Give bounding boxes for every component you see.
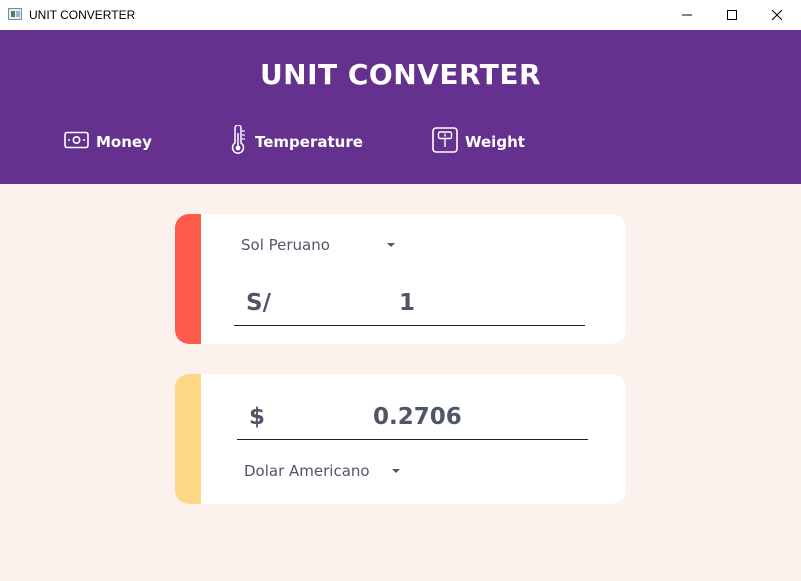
window-titlebar: UNIT CONVERTER — [0, 0, 801, 30]
close-button[interactable] — [754, 0, 800, 30]
window-title: UNIT CONVERTER — [29, 8, 136, 22]
app-icon — [8, 8, 22, 20]
to-card: $ 0.2706 Dolar Americano — [175, 374, 626, 504]
maximize-icon — [727, 10, 737, 20]
tab-temperature-label: Temperature — [255, 133, 363, 151]
to-amount-field[interactable]: $ 0.2706 — [237, 400, 588, 440]
tab-weight[interactable]: Weight — [432, 127, 525, 157]
thermometer-icon — [228, 124, 248, 159]
from-amount-field[interactable]: S/ 1 — [234, 286, 585, 326]
money-icon — [64, 131, 89, 153]
minimize-icon — [682, 14, 692, 16]
from-accent-bar — [175, 214, 201, 344]
tab-money-label: Money — [96, 133, 152, 151]
minimize-button[interactable] — [664, 0, 710, 30]
to-unit-select[interactable]: Dolar Americano — [244, 460, 404, 482]
scale-icon — [432, 127, 458, 157]
to-amount-value: 0.2706 — [373, 404, 462, 430]
to-unit-label: Dolar Americano — [244, 462, 370, 480]
from-amount-value: 1 — [399, 290, 416, 316]
tab-weight-label: Weight — [465, 133, 525, 151]
to-currency-symbol: $ — [249, 404, 266, 430]
from-unit-select[interactable]: Sol Peruano — [241, 234, 401, 256]
chevron-down-icon — [387, 243, 395, 247]
tab-money[interactable]: Money — [64, 127, 152, 157]
from-unit-label: Sol Peruano — [241, 236, 330, 254]
from-currency-symbol: S/ — [246, 290, 271, 316]
app-title: UNIT CONVERTER — [259, 58, 542, 91]
app-header: UNIT CONVERTER Money Temperature Weight — [0, 30, 801, 184]
chevron-down-icon — [392, 469, 400, 473]
tab-temperature[interactable]: Temperature — [228, 124, 363, 159]
converter-area: Sol Peruano S/ 1 $ 0.2706 Dolar American… — [0, 184, 801, 581]
maximize-button[interactable] — [709, 0, 755, 30]
close-icon — [771, 9, 783, 21]
to-accent-bar — [175, 374, 201, 504]
from-card: Sol Peruano S/ 1 — [175, 214, 626, 344]
